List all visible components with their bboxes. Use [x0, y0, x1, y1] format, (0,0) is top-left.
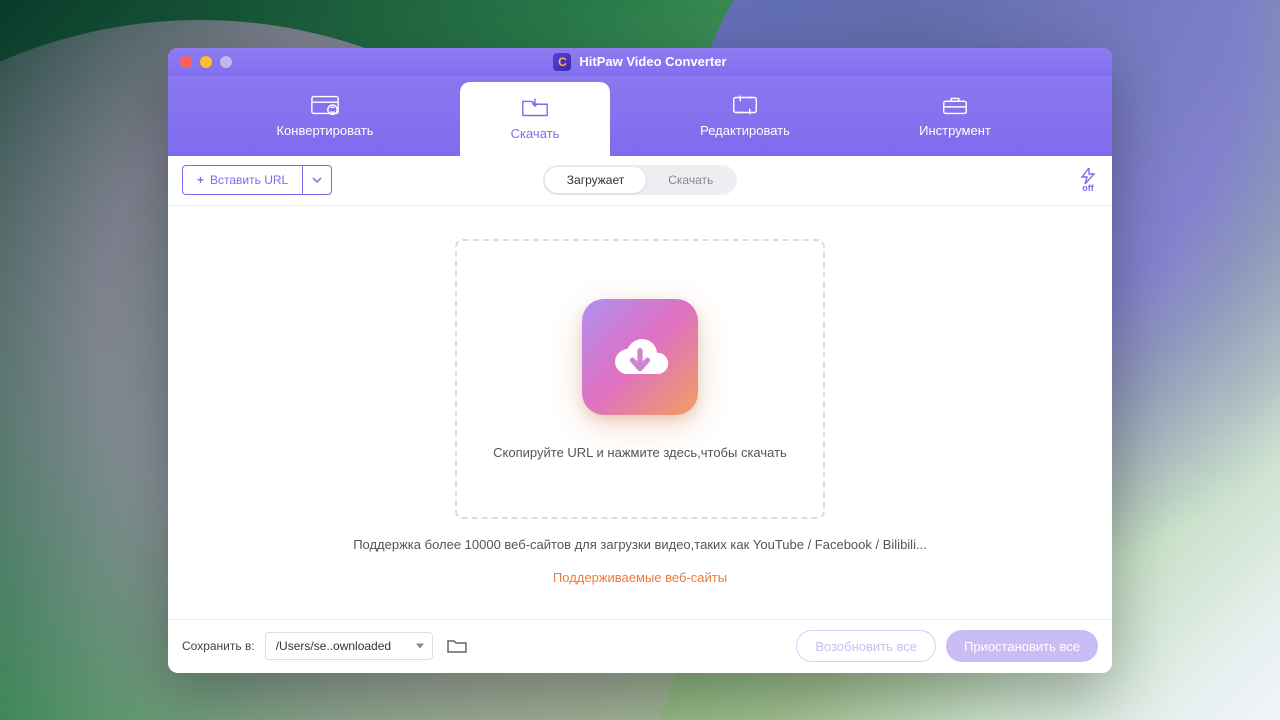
segment-loading[interactable]: Загружает [545, 167, 646, 193]
content-area: Скопируйте URL и нажмите здесь,чтобы ска… [168, 206, 1112, 619]
turbo-speed-toggle[interactable]: off [1078, 168, 1098, 193]
tab-tool[interactable]: Инструмент [880, 76, 1030, 156]
turbo-state-label: off [1082, 184, 1094, 193]
app-icon: C [553, 53, 571, 71]
folder-icon [447, 638, 467, 654]
tab-label: Скачать [511, 126, 560, 141]
save-path-select[interactable]: /Users/se..ownloaded [265, 632, 433, 660]
titlebar: C HitPaw Video Converter [168, 48, 1112, 76]
resume-all-button[interactable]: Возобновить все [796, 630, 936, 662]
toolbar: + Вставить URL Загружает Скачать off [168, 156, 1112, 206]
window-minimize-button[interactable] [200, 56, 212, 68]
toolbox-icon [940, 93, 970, 117]
tab-convert[interactable]: Конвертировать [250, 76, 400, 156]
save-to-label: Сохранить в: [182, 639, 255, 653]
dropzone-instruction: Скопируйте URL и нажмите здесь,чтобы ска… [493, 445, 787, 460]
chevron-down-icon [312, 175, 322, 185]
plus-icon: + [197, 173, 204, 187]
tab-label: Инструмент [919, 123, 991, 138]
tab-label: Конвертировать [276, 123, 373, 138]
url-dropzone[interactable]: Скопируйте URL и нажмите здесь,чтобы ска… [455, 239, 825, 519]
cloud-download-icon [582, 299, 698, 415]
footer-bar: Сохранить в: /Users/se..ownloaded Возобн… [168, 619, 1112, 673]
pause-all-button[interactable]: Приостановить все [946, 630, 1098, 662]
lightning-icon [1078, 168, 1098, 184]
convert-icon [310, 93, 340, 117]
segment-download[interactable]: Скачать [646, 167, 735, 193]
app-window: C HitPaw Video Converter Конвертировать … [168, 48, 1112, 673]
paste-url-button[interactable]: + Вставить URL [182, 165, 302, 195]
tab-label: Редактировать [700, 123, 790, 138]
paste-url-label: Вставить URL [210, 173, 288, 187]
supported-sites-link[interactable]: Поддерживаемые веб-сайты [553, 570, 727, 585]
app-title: HitPaw Video Converter [579, 54, 726, 69]
window-maximize-button[interactable] [220, 56, 232, 68]
tab-download[interactable]: Скачать [460, 82, 610, 156]
support-description: Поддержка более 10000 веб-сайтов для заг… [353, 537, 927, 552]
edit-icon [730, 93, 760, 117]
download-folder-icon [520, 96, 550, 120]
paste-url-dropdown[interactable] [302, 165, 332, 195]
window-close-button[interactable] [180, 56, 192, 68]
open-folder-button[interactable] [443, 632, 471, 660]
save-path-value: /Users/se..ownloaded [276, 639, 391, 653]
main-tabs: Конвертировать Скачать Редактировать Инс… [168, 76, 1112, 156]
tab-edit[interactable]: Редактировать [670, 76, 820, 156]
download-status-segment: Загружает Скачать [543, 165, 737, 195]
